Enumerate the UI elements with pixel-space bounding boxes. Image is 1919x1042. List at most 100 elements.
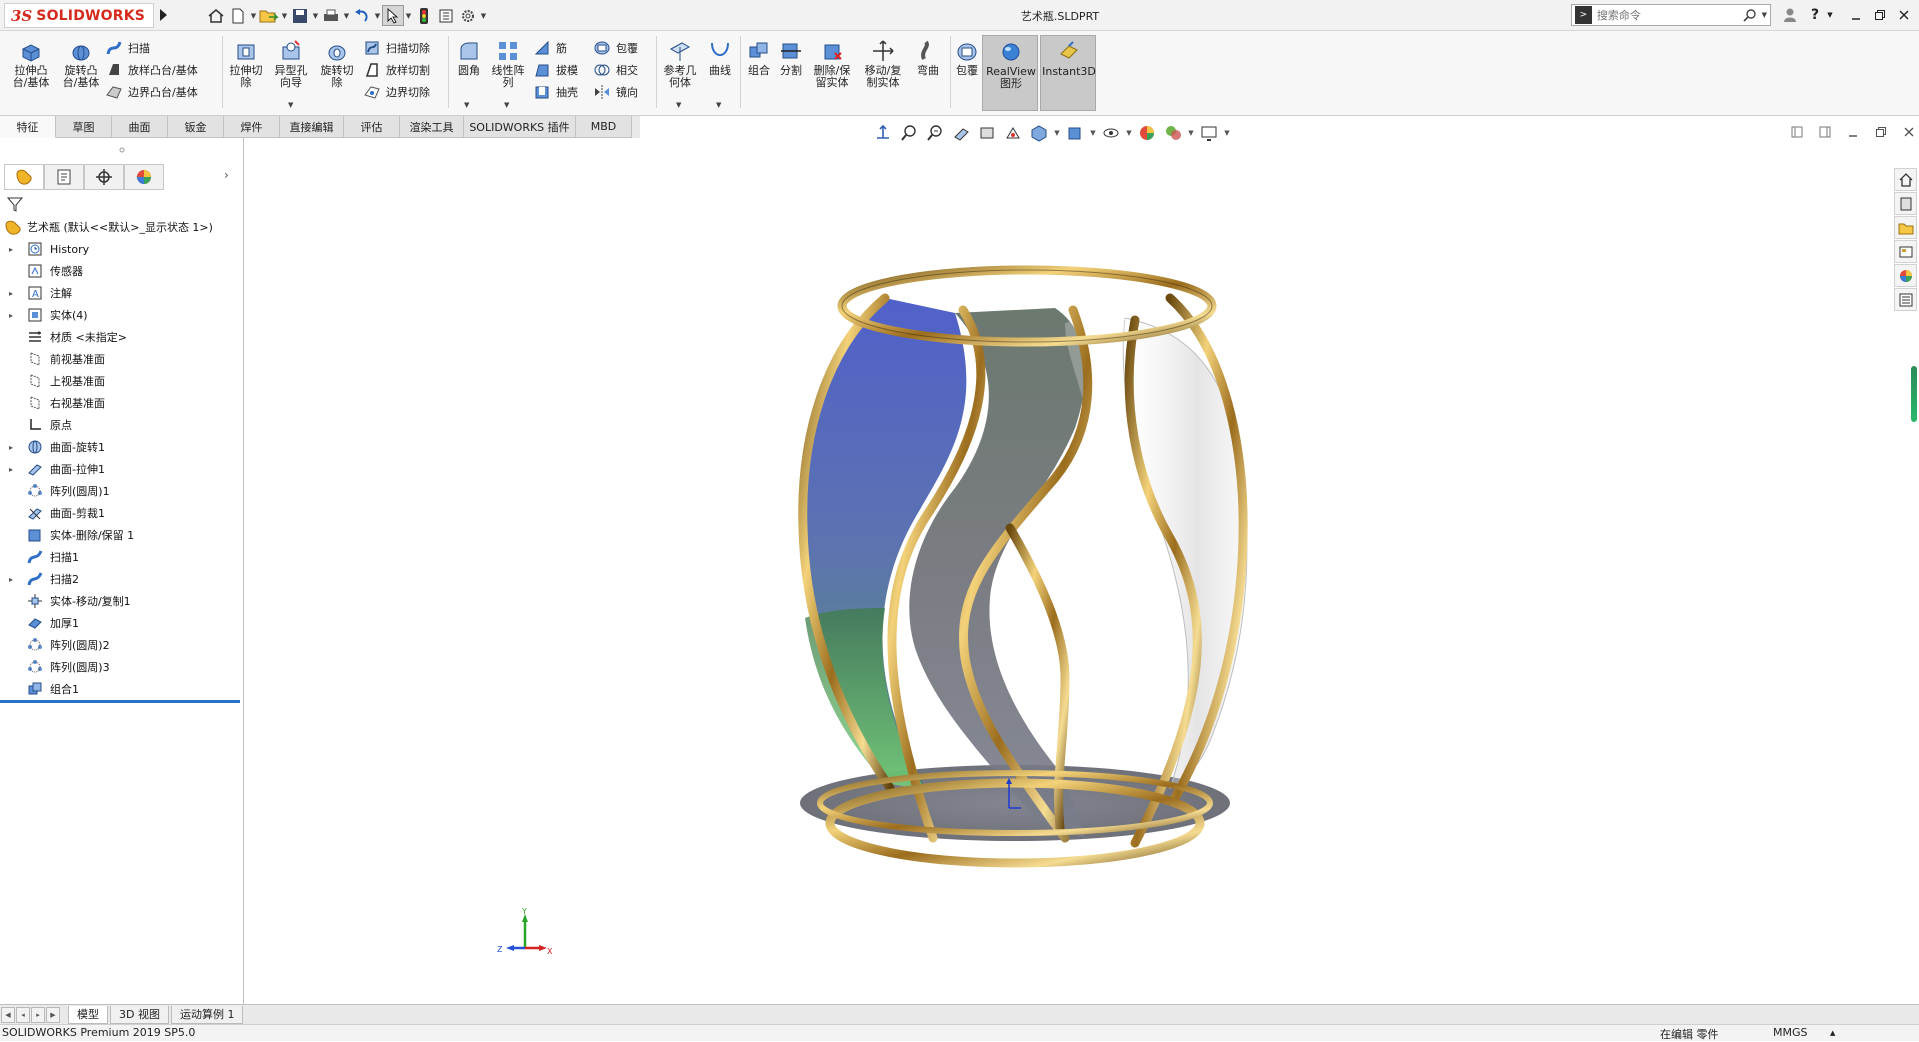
tree-node[interactable]: ▸ 曲面-拉伸1 <box>0 458 244 480</box>
tile-right-icon[interactable] <box>1811 123 1839 141</box>
flex-button[interactable]: 弯曲 <box>910 39 946 77</box>
tree-node[interactable]: 阵列(圆周)1 <box>0 480 244 502</box>
tab-0[interactable]: 特征 <box>0 116 56 138</box>
curves-button[interactable]: 曲线 <box>704 39 736 77</box>
display-style-dropdown-icon[interactable]: ▼ <box>1088 129 1098 137</box>
bottom-tab-2[interactable]: 运动算例 1 <box>170 1005 244 1024</box>
print-icon[interactable] <box>320 5 342 26</box>
bottom-tab-1[interactable]: 3D 视图 <box>110 1005 169 1024</box>
rollback-bar[interactable] <box>0 700 244 704</box>
unit-system-dropdown-icon[interactable]: ▲ <box>1830 1029 1835 1037</box>
options-icon[interactable] <box>457 5 479 26</box>
view-orientation-icon[interactable] <box>1026 121 1052 145</box>
tree-node[interactable]: 实体-移动/复制1 <box>0 590 244 612</box>
new-document-icon[interactable] <box>227 5 249 26</box>
search-input[interactable] <box>1591 6 1742 24</box>
tab-1[interactable]: 草图 <box>56 116 112 138</box>
tree-node[interactable]: ▸ A 注解 <box>0 282 244 304</box>
tab-3[interactable]: 钣金 <box>168 116 224 138</box>
view-settings-dropdown-icon[interactable]: ▼ <box>1222 129 1232 137</box>
swept-cut-button[interactable]: 扫描切除 <box>362 37 430 59</box>
instant3d-button[interactable]: Instant3D <box>1040 35 1096 111</box>
tree-node[interactable]: 曲面-剪裁1 <box>0 502 244 524</box>
hide-show-dropdown-icon[interactable]: ▼ <box>1124 129 1134 137</box>
apply-scene-dropdown-icon[interactable]: ▼ <box>1186 129 1196 137</box>
edit-appearance-icon[interactable] <box>1134 121 1160 145</box>
expand-arrow-icon[interactable]: ▸ <box>6 575 16 584</box>
graphics-scroll-indicator[interactable] <box>1911 366 1917 422</box>
split-button[interactable]: 分割 <box>776 39 806 77</box>
wrap-small-button[interactable]: 包覆 <box>592 37 638 59</box>
close-window-button[interactable] <box>1893 4 1915 26</box>
help-dropdown-icon[interactable]: ▼ <box>1825 4 1835 26</box>
save-icon[interactable] <box>289 5 311 26</box>
tree-node[interactable]: 材质 <未指定> <box>0 326 244 348</box>
loft-boss-button[interactable]: 放样凸台/基体 <box>104 59 198 81</box>
solidworks-resources-icon[interactable] <box>1894 168 1917 191</box>
view-settings-monitor-icon[interactable] <box>1196 121 1222 145</box>
configuration-manager-tab[interactable] <box>84 164 124 190</box>
property-manager-tab[interactable] <box>44 164 84 190</box>
tab-5[interactable]: 直接编辑 <box>280 116 344 138</box>
delete-keep-body-button[interactable]: 删除/保 留实体 <box>810 39 854 89</box>
home-icon[interactable] <box>205 5 227 26</box>
zoom-to-area-icon[interactable] <box>896 121 922 145</box>
wrap-button[interactable]: 包覆 <box>952 39 982 77</box>
hole-wizard-button[interactable]: 异型孔 向导 <box>270 39 312 89</box>
custom-properties-icon[interactable] <box>1894 288 1917 311</box>
rollback-line[interactable] <box>0 700 240 703</box>
doc-minimize-button[interactable] <box>1839 123 1867 141</box>
tab-7[interactable]: 渲染工具 <box>400 116 464 138</box>
fillet-button[interactable]: 圆角 <box>452 39 486 77</box>
fillet-dropdown-icon[interactable]: ▼ <box>464 101 469 109</box>
hide-show-items-icon[interactable] <box>1098 121 1124 145</box>
view-palette-icon[interactable] <box>1894 240 1917 263</box>
mirror-button[interactable]: 镜向 <box>592 81 638 103</box>
view-orientation-dropdown-icon[interactable]: ▼ <box>1052 129 1062 137</box>
reference-geometry-dropdown-icon[interactable]: ▼ <box>676 101 681 109</box>
lofted-cut-button[interactable]: 放样切割 <box>362 59 430 81</box>
file-properties-icon[interactable] <box>435 5 457 26</box>
previous-view-icon[interactable] <box>922 121 948 145</box>
tab-6[interactable]: 评估 <box>344 116 400 138</box>
tree-node[interactable]: 原点 <box>0 414 244 436</box>
display-style-icon[interactable] <box>1062 121 1088 145</box>
sweep-button[interactable]: 扫描 <box>104 37 150 59</box>
tab-4[interactable]: 焊件 <box>224 116 280 138</box>
reference-geometry-button[interactable]: 参考几 何体 <box>660 39 700 89</box>
curves-dropdown-icon[interactable]: ▼ <box>716 101 721 109</box>
minimize-window-button[interactable] <box>1845 4 1867 26</box>
revolve-boss-button[interactable]: 旋转凸 台/基体 <box>60 39 102 89</box>
search-icon[interactable] <box>1742 6 1759 24</box>
rib-button[interactable]: 筋 <box>532 37 567 59</box>
view-setting-icon[interactable] <box>1000 121 1026 145</box>
file-explorer-icon[interactable] <box>1894 216 1917 239</box>
search-dropdown-icon[interactable]: ▼ <box>1759 11 1770 19</box>
menu-expand-arrow[interactable] <box>157 7 169 23</box>
panel-grip[interactable] <box>0 138 244 162</box>
linear-pattern-button[interactable]: 线性阵 列 <box>488 39 528 89</box>
hole-wizard-dropdown-icon[interactable]: ▼ <box>288 101 293 109</box>
options-dropdown-icon[interactable]: ▼ <box>479 5 488 26</box>
save-dropdown-icon[interactable]: ▼ <box>311 5 320 26</box>
restore-window-button[interactable] <box>1869 4 1891 26</box>
draft-button[interactable]: 拔模 <box>532 59 578 81</box>
search-commands[interactable]: > ▼ <box>1571 4 1771 26</box>
select-dropdown-icon[interactable]: ▼ <box>404 5 413 26</box>
tree-node[interactable]: 实体-删除/保留 1 <box>0 524 244 546</box>
boundary-boss-button[interactable]: 边界凸台/基体 <box>104 81 198 103</box>
expand-arrow-icon[interactable]: ▸ <box>6 311 16 320</box>
display-manager-tab[interactable] <box>124 164 164 190</box>
tile-left-icon[interactable] <box>1783 123 1811 141</box>
tree-node[interactable]: 上视基准面 <box>0 370 244 392</box>
undo-icon[interactable] <box>351 5 373 26</box>
expand-arrow-icon[interactable]: ▸ <box>6 289 16 298</box>
undo-dropdown-icon[interactable]: ▼ <box>373 5 382 26</box>
move-copy-body-button[interactable]: 移动/复 制实体 <box>860 39 906 89</box>
tree-node[interactable]: 右视基准面 <box>0 392 244 414</box>
tree-root[interactable]: 艺术瓶 (默认<<默认>_显示状态 1>) <box>0 216 244 238</box>
more-tabs-icon[interactable]: › <box>224 168 229 182</box>
tree-node[interactable]: ▸ 扫描2 <box>0 568 244 590</box>
open-icon[interactable] <box>258 5 280 26</box>
zoom-to-fit-icon[interactable] <box>870 121 896 145</box>
